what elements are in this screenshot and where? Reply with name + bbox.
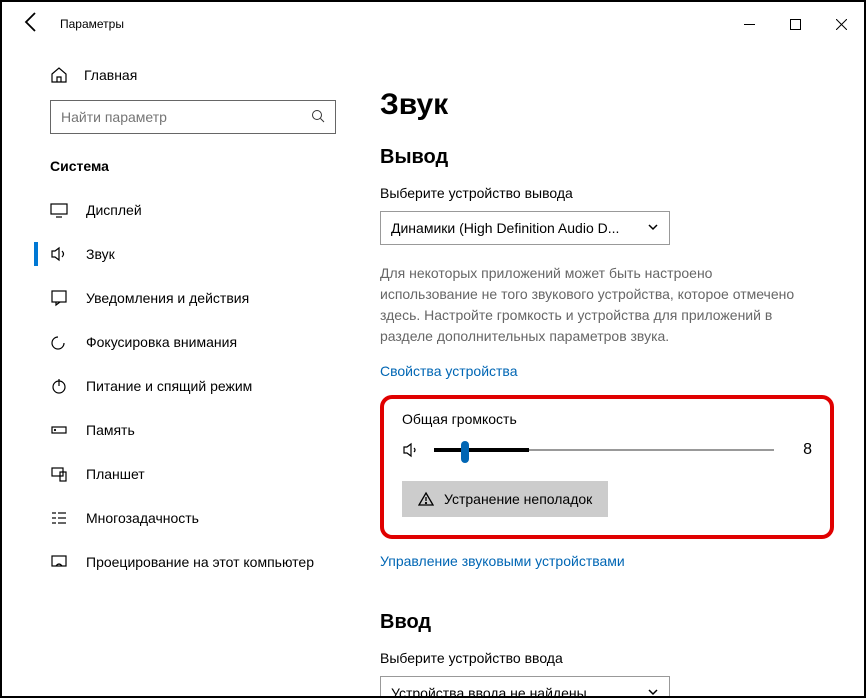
home-icon	[50, 66, 68, 84]
search-icon	[311, 109, 325, 126]
sidebar-item-tablet[interactable]: Планшет	[2, 452, 354, 496]
sidebar: Главная Система Дисплей Звук Уведомления…	[2, 46, 354, 696]
search-input-wrap[interactable]	[50, 100, 336, 134]
volume-slider-fill	[434, 448, 529, 452]
maximize-button[interactable]	[772, 2, 818, 46]
section-output-heading: Вывод	[380, 146, 834, 169]
volume-value: 8	[788, 441, 812, 459]
tablet-icon	[50, 465, 68, 483]
projecting-icon	[50, 553, 68, 571]
back-button[interactable]	[20, 10, 44, 39]
output-device-select[interactable]: Динамики (High Definition Audio D...	[380, 211, 670, 245]
sidebar-item-projecting[interactable]: Проецирование на этот компьютер	[2, 540, 354, 584]
sidebar-item-label: Уведомления и действия	[86, 290, 249, 306]
home-link[interactable]: Главная	[2, 56, 354, 100]
search-input[interactable]	[61, 109, 311, 125]
volume-slider-thumb[interactable]	[461, 441, 469, 463]
speaker-icon	[402, 441, 420, 459]
focus-icon	[50, 333, 68, 351]
chevron-down-icon	[647, 220, 659, 236]
main-panel: Звук Вывод Выберите устройство вывода Ди…	[354, 46, 864, 696]
sidebar-item-multitask[interactable]: Многозадачность	[2, 496, 354, 540]
device-properties-link[interactable]: Свойства устройства	[380, 363, 834, 379]
section-input-heading: Ввод	[380, 611, 834, 634]
output-device-label: Выберите устройство вывода	[380, 185, 834, 201]
notifications-icon	[50, 289, 68, 307]
window-title: Параметры	[60, 17, 124, 31]
close-button[interactable]	[818, 2, 864, 46]
input-device-selected: Устройства ввода не найдены	[391, 685, 587, 696]
input-device-label: Выберите устройство ввода	[380, 650, 834, 666]
sound-icon	[50, 245, 68, 263]
sidebar-item-label: Многозадачность	[86, 510, 199, 526]
window-controls	[726, 2, 864, 46]
volume-slider-row: 8	[402, 441, 812, 459]
sidebar-item-label: Проецирование на этот компьютер	[86, 554, 314, 570]
multitask-icon	[50, 509, 68, 527]
sidebar-item-storage[interactable]: Память	[2, 408, 354, 452]
troubleshoot-button[interactable]: Устранение неполадок	[402, 481, 608, 517]
storage-icon	[50, 421, 68, 439]
sidebar-item-notifications[interactable]: Уведомления и действия	[2, 276, 354, 320]
display-icon	[50, 201, 68, 219]
sidebar-item-label: Фокусировка внимания	[86, 334, 237, 350]
warning-icon	[418, 491, 434, 507]
minimize-button[interactable]	[726, 2, 772, 46]
manage-devices-link[interactable]: Управление звуковыми устройствами	[380, 553, 834, 569]
sidebar-item-display[interactable]: Дисплей	[2, 188, 354, 232]
troubleshoot-label: Устранение неполадок	[444, 491, 592, 507]
page-title: Звук	[380, 88, 834, 122]
sidebar-item-label: Дисплей	[86, 202, 142, 218]
category-label: Система	[2, 134, 354, 188]
chevron-down-icon	[647, 685, 659, 696]
input-device-select[interactable]: Устройства ввода не найдены	[380, 676, 670, 696]
output-device-selected: Динамики (High Definition Audio D...	[391, 220, 619, 236]
sidebar-item-label: Питание и спящий режим	[86, 378, 252, 394]
titlebar: Параметры	[2, 2, 864, 46]
sidebar-item-label: Планшет	[86, 466, 145, 482]
sidebar-item-sound[interactable]: Звук	[2, 232, 354, 276]
output-help-text: Для некоторых приложений может быть наст…	[380, 263, 800, 347]
nav-list: Дисплей Звук Уведомления и действия Фоку…	[2, 188, 354, 584]
highlight-box: Общая громкость 8 Устранение неполадок	[380, 395, 834, 539]
sidebar-item-power[interactable]: Питание и спящий режим	[2, 364, 354, 408]
home-label: Главная	[84, 67, 137, 83]
power-icon	[50, 377, 68, 395]
volume-slider[interactable]	[434, 449, 774, 451]
sidebar-item-focus[interactable]: Фокусировка внимания	[2, 320, 354, 364]
sidebar-item-label: Звук	[86, 246, 115, 262]
sidebar-item-label: Память	[86, 422, 135, 438]
master-volume-label: Общая громкость	[402, 411, 812, 427]
